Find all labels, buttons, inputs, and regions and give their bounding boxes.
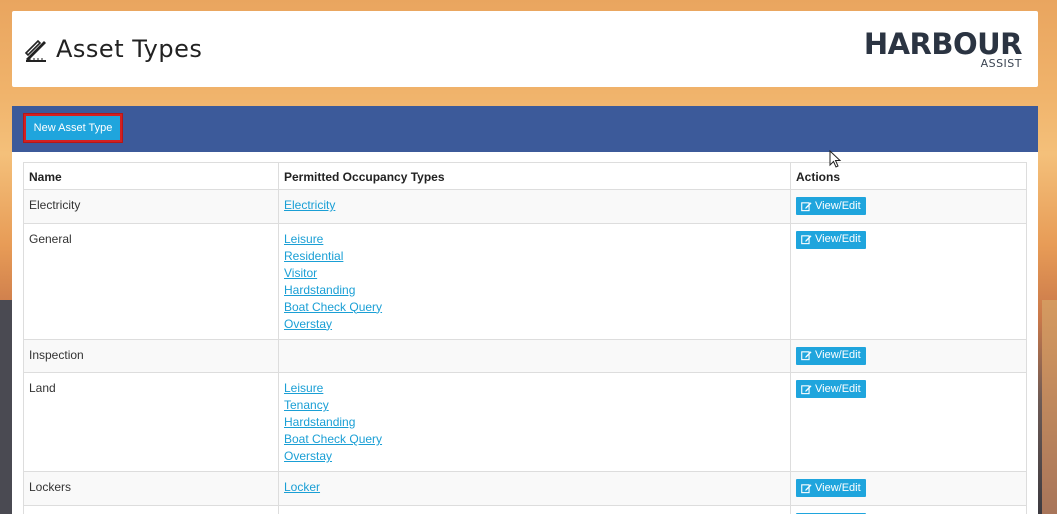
edit-icon bbox=[801, 351, 812, 361]
permitted-occupancy-types-cell: Leisure Residential Visitor Hardstanding Boa… bbox=[278, 222, 791, 340]
edit-icon bbox=[801, 483, 812, 493]
edit-icon bbox=[801, 201, 812, 211]
permitted-occupancy-types-cell bbox=[278, 338, 791, 373]
column-header-types: Permitted Occupancy Types bbox=[278, 162, 791, 190]
occupancy-type-link[interactable]: Visitor bbox=[284, 265, 785, 282]
page-header: Asset Types HARBOUR ASSIST bbox=[12, 11, 1038, 87]
view-edit-button[interactable]: View/Edit bbox=[796, 230, 866, 249]
view-edit-label: View/Edit bbox=[815, 481, 861, 494]
asset-types-panel: Name Permitted Occupancy Types Actions E… bbox=[12, 152, 1038, 514]
asset-type-name: Inspection bbox=[23, 338, 279, 373]
occupancy-type-link[interactable]: Locker bbox=[284, 479, 785, 496]
asset-type-name: General bbox=[23, 222, 279, 340]
column-header-actions: Actions bbox=[790, 162, 1027, 190]
table-header-row: Name Permitted Occupancy Types Actions bbox=[23, 162, 1027, 190]
harbour-assist-logo: HARBOUR ASSIST bbox=[862, 27, 1023, 73]
permitted-occupancy-types-cell: Locker bbox=[278, 471, 791, 506]
table-row: Land Leisure Tenancy Hardstanding Boat Check… bbox=[23, 372, 1027, 472]
table-row: Marina View/Edit bbox=[23, 504, 1027, 514]
mouse-cursor-icon bbox=[829, 150, 842, 168]
actions-cell: View/Edit bbox=[790, 471, 1027, 506]
page-title: Asset Types bbox=[56, 35, 203, 63]
occupancy-type-link[interactable]: Electricity bbox=[284, 197, 785, 214]
view-edit-button[interactable]: View/Edit bbox=[796, 346, 866, 365]
occupancy-type-link[interactable]: Leisure bbox=[284, 231, 785, 248]
occupancy-type-link[interactable]: Boat Check Query bbox=[284, 431, 785, 448]
occupancy-type-link[interactable]: Overstay bbox=[284, 316, 785, 333]
asset-type-name: Land bbox=[23, 372, 279, 472]
occupancy-type-link[interactable]: Leisure bbox=[284, 380, 785, 397]
view-edit-label: View/Edit bbox=[815, 233, 861, 245]
title-group: Asset Types bbox=[24, 35, 202, 63]
actions-cell: View/Edit bbox=[790, 372, 1027, 472]
edit-icon bbox=[801, 235, 812, 245]
occupancy-type-link[interactable]: Tenancy bbox=[284, 397, 785, 414]
asset-type-name: Lockers bbox=[23, 471, 279, 506]
toolbar: New Asset Type bbox=[12, 106, 1038, 152]
asset-type-name: Marina bbox=[23, 504, 279, 514]
logo-main-text: HARBOUR bbox=[863, 27, 1023, 61]
table-row: Electricity Electricity View/Edit bbox=[23, 189, 1027, 224]
actions-cell: View/Edit bbox=[790, 222, 1027, 340]
background-right bbox=[1042, 300, 1057, 514]
table-row: General Leisure Residential Visitor Hardstan… bbox=[23, 222, 1027, 340]
actions-cell: View/Edit bbox=[790, 189, 1027, 224]
permitted-occupancy-types-cell: Electricity bbox=[278, 189, 791, 224]
occupancy-type-link[interactable]: Boat Check Query bbox=[284, 299, 785, 316]
occupancy-type-link[interactable]: Overstay bbox=[284, 448, 785, 465]
occupancy-type-link[interactable]: Hardstanding bbox=[284, 282, 785, 299]
view-edit-button[interactable]: View/Edit bbox=[796, 197, 866, 215]
view-edit-button[interactable]: View/Edit bbox=[796, 479, 866, 497]
view-edit-button[interactable]: View/Edit bbox=[796, 380, 866, 398]
table-row: Inspection View/Edit bbox=[23, 338, 1027, 373]
permitted-occupancy-types-cell bbox=[278, 504, 791, 514]
view-edit-label: View/Edit bbox=[815, 199, 861, 212]
actions-cell: View/Edit bbox=[790, 504, 1027, 514]
occupancy-type-link[interactable]: Residential bbox=[284, 248, 785, 265]
asset-type-name: Electricity bbox=[23, 189, 279, 224]
logo-sub-text: ASSIST bbox=[980, 57, 1022, 70]
view-edit-label: View/Edit bbox=[815, 349, 861, 361]
actions-cell: View/Edit bbox=[790, 338, 1027, 373]
column-header-name: Name bbox=[23, 162, 279, 190]
asset-types-table: Name Permitted Occupancy Types Actions E… bbox=[23, 162, 1027, 514]
occupancy-type-link[interactable]: Hardstanding bbox=[284, 414, 785, 431]
edit-icon bbox=[801, 384, 812, 394]
permitted-occupancy-types-cell: Leisure Tenancy Hardstanding Boat Check Que… bbox=[278, 372, 791, 472]
background-left bbox=[0, 300, 12, 514]
view-edit-label: View/Edit bbox=[815, 382, 861, 395]
ruler-pencil-icon bbox=[24, 39, 46, 62]
table-row: Lockers Locker View/Edit bbox=[23, 471, 1027, 506]
table-body: Electricity Electricity View/Edit General Le… bbox=[23, 189, 1027, 514]
new-asset-type-button[interactable]: New Asset Type bbox=[23, 113, 123, 143]
